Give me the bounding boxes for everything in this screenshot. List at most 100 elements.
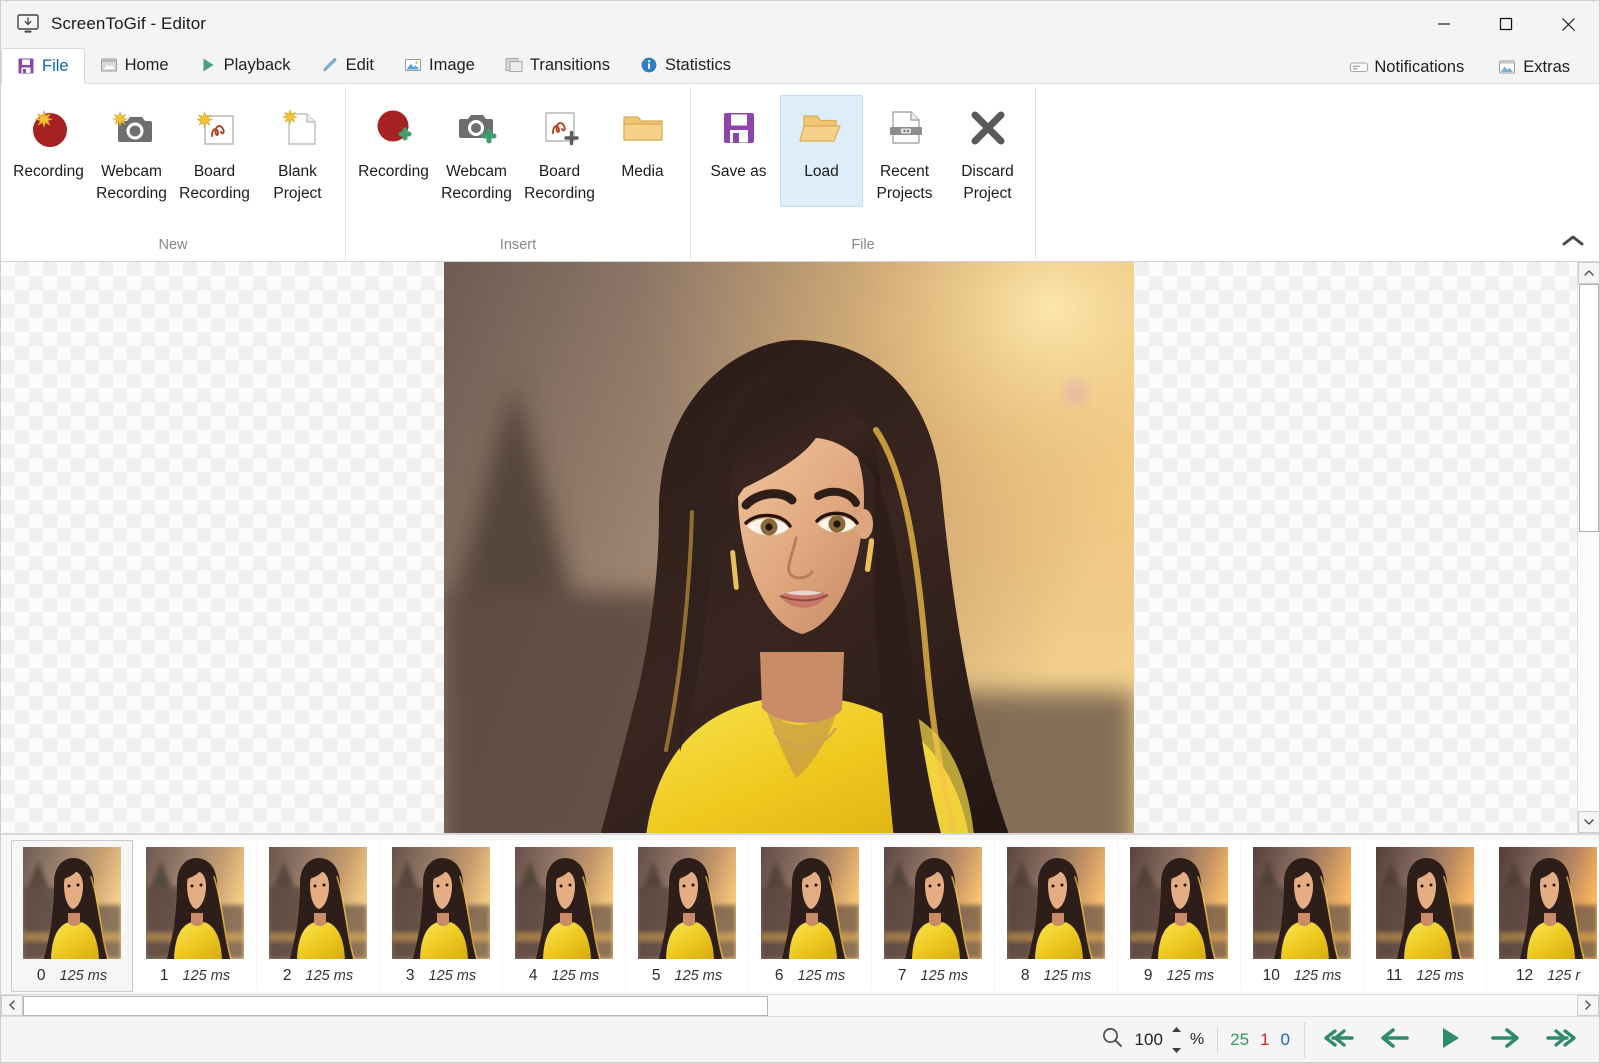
tab-statistics[interactable]: Statistics xyxy=(625,47,746,83)
vertical-scroll-thumb[interactable] xyxy=(1578,284,1599,532)
new-recording-button[interactable]: Recording xyxy=(7,95,90,207)
tab-edit[interactable]: Edit xyxy=(306,47,389,83)
frame-thumbnail xyxy=(269,847,367,959)
insert-board-recording-button[interactable]: Board Recording xyxy=(518,95,601,211)
tab-home[interactable]: Home xyxy=(85,47,184,83)
frame-meta: 6 125 ms xyxy=(750,959,870,985)
frame-delay: 125 ms xyxy=(1293,968,1342,984)
frame-card[interactable]: 9 125 ms xyxy=(1118,840,1240,992)
frame-card[interactable]: 0 125 ms xyxy=(11,840,133,992)
vertical-scroll-track[interactable] xyxy=(1578,532,1600,811)
save-as-button[interactable]: Save as xyxy=(697,95,780,207)
spinner-up-icon[interactable] xyxy=(1171,1020,1182,1038)
play-triangle-icon xyxy=(1438,1026,1462,1053)
board-star-icon xyxy=(189,102,241,154)
new-board-recording-button[interactable]: Board Recording xyxy=(173,95,256,211)
frame-index: 7 xyxy=(897,967,907,984)
tab-label: File xyxy=(42,56,69,75)
tab-label: Edit xyxy=(345,55,374,74)
close-button[interactable] xyxy=(1537,1,1599,47)
frame-card[interactable]: 10 125 ms xyxy=(1241,840,1363,992)
zoom-spinner[interactable] xyxy=(1169,1020,1184,1059)
frame-card[interactable]: 1 125 ms xyxy=(134,840,256,992)
floppy-disk-icon xyxy=(17,57,35,75)
spinner-down-icon[interactable] xyxy=(1171,1041,1182,1059)
tab-label: Playback xyxy=(223,55,291,74)
frame-card[interactable]: 7 125 ms xyxy=(872,840,994,992)
picture-icon xyxy=(404,56,422,74)
scroll-down-button[interactable] xyxy=(1577,811,1599,833)
frame-card[interactable]: 6 125 ms xyxy=(749,840,871,992)
insert-webcam-recording-button[interactable]: Webcam Recording xyxy=(435,95,518,211)
insert-media-button[interactable]: Media xyxy=(601,95,684,207)
frame-strip[interactable]: 0 125 ms 1 125 ms 2 125 ms 3 125 ms 4 12… xyxy=(1,835,1599,994)
frame-card[interactable]: 12 125 r xyxy=(1487,840,1599,992)
maximize-button[interactable] xyxy=(1475,1,1537,47)
preview-canvas[interactable] xyxy=(1,262,1577,833)
percent-label: % xyxy=(1189,1030,1205,1048)
frame-horizontal-scrollbar[interactable] xyxy=(1,994,1599,1016)
tab-notifications[interactable]: Notifications xyxy=(1334,51,1479,83)
screen-recorder-icon xyxy=(17,14,39,34)
scroll-right-button[interactable] xyxy=(1577,995,1599,1016)
new-blank-project-button[interactable]: Blank Project xyxy=(256,95,339,211)
magnifier-icon[interactable] xyxy=(1101,1026,1123,1053)
frame-card[interactable]: 11 125 ms xyxy=(1364,840,1486,992)
collapse-ribbon-button[interactable] xyxy=(1559,231,1587,255)
chevron-down-icon xyxy=(1583,813,1594,831)
picture-icon xyxy=(1498,58,1516,76)
tab-label: Extras xyxy=(1523,57,1570,76)
tab-image[interactable]: Image xyxy=(389,47,490,83)
scroll-up-button[interactable] xyxy=(1577,262,1599,284)
scroll-left-button[interactable] xyxy=(1,995,23,1016)
frame-thumbnail xyxy=(392,847,490,959)
insert-recording-button[interactable]: Recording xyxy=(352,95,435,207)
frame-card[interactable]: 4 125 ms xyxy=(503,840,625,992)
tab-extras[interactable]: Extras xyxy=(1483,51,1585,83)
current-frame-index: 0 xyxy=(1280,1029,1290,1049)
arrow-left-icon xyxy=(1377,1027,1411,1052)
zoom-input[interactable]: 100 xyxy=(1129,1030,1163,1050)
recent-page-icon xyxy=(879,102,931,154)
rb-label: Board Recording xyxy=(524,163,595,203)
frame-card[interactable]: 8 125 ms xyxy=(995,840,1117,992)
load-button[interactable]: Load xyxy=(780,95,863,207)
horizontal-scroll-thumb[interactable] xyxy=(23,995,768,1016)
horizontal-scroll-track[interactable] xyxy=(768,995,1577,1016)
ribbon-panel: Recording Webcam Recording Board Recordi… xyxy=(1,84,1599,262)
open-folder-icon xyxy=(796,102,848,154)
playback-navigation xyxy=(1304,1021,1589,1058)
frame-meta: 7 125 ms xyxy=(873,959,993,985)
last-frame-button[interactable] xyxy=(1535,1022,1589,1058)
first-frame-button[interactable] xyxy=(1311,1022,1365,1058)
frame-index: 4 xyxy=(528,967,538,984)
frame-card[interactable]: 3 125 ms xyxy=(380,840,502,992)
recent-projects-button[interactable]: Recent Projects xyxy=(863,95,946,211)
rb-label: Webcam Recording xyxy=(96,163,167,203)
new-webcam-recording-button[interactable]: Webcam Recording xyxy=(90,95,173,211)
zoom-control[interactable]: 100 % xyxy=(1095,1020,1210,1059)
play-button[interactable] xyxy=(1423,1022,1477,1058)
frame-card[interactable]: 2 125 ms xyxy=(257,840,379,992)
ribbon-group-label: Insert xyxy=(499,237,537,253)
preview-vertical-scrollbar[interactable] xyxy=(1577,262,1599,833)
minimize-button[interactable] xyxy=(1413,1,1475,47)
frame-index: 5 xyxy=(651,967,661,984)
frame-delay: 125 ms xyxy=(1166,968,1215,984)
frame-thumbnail xyxy=(515,847,613,959)
frame-delay: 125 ms xyxy=(428,968,477,984)
next-frame-button[interactable] xyxy=(1479,1022,1533,1058)
record-plus-icon xyxy=(368,102,420,154)
discard-project-button[interactable]: Discard Project xyxy=(946,95,1029,211)
frame-index: 11 xyxy=(1386,967,1403,984)
tab-label: Home xyxy=(124,55,169,74)
previous-frame-button[interactable] xyxy=(1367,1022,1421,1058)
webcam-plus-icon xyxy=(451,102,503,154)
frame-delay: 125 ms xyxy=(551,968,600,984)
tab-playback[interactable]: Playback xyxy=(184,47,306,83)
frame-thumbnail xyxy=(761,847,859,959)
rb-label: Board Recording xyxy=(179,163,250,203)
frame-card[interactable]: 5 125 ms xyxy=(626,840,748,992)
tab-transitions[interactable]: Transitions xyxy=(490,47,625,83)
tab-file[interactable]: File xyxy=(1,48,85,84)
